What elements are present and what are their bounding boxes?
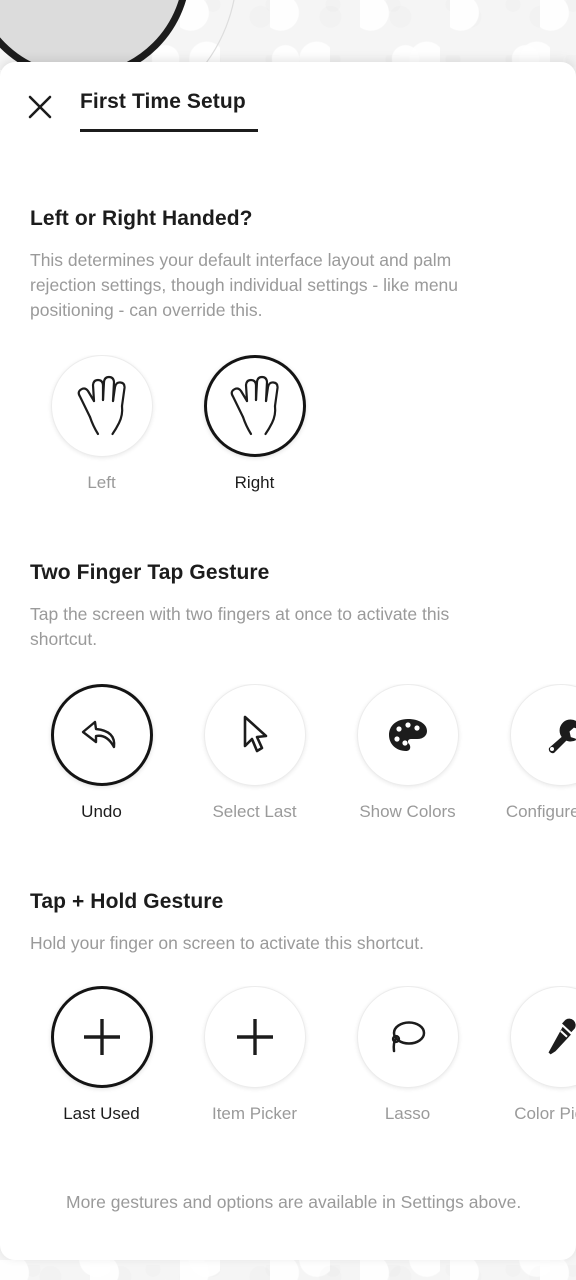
option-icon-circle <box>509 684 576 786</box>
footer-note: More gestures and options are available … <box>66 1192 522 1212</box>
option-label: Item Picker <box>211 1104 298 1123</box>
close-icon <box>28 95 52 119</box>
dialog-header: First Time Setup <box>0 62 576 152</box>
option-label: Last Used <box>63 1104 140 1123</box>
wrench-icon <box>548 719 576 754</box>
eyedropper-icon <box>548 1018 576 1055</box>
option-icon-circle <box>356 986 459 1088</box>
undo-arrow-icon <box>81 720 115 749</box>
section-heading: Left or Right Handed? <box>30 207 253 230</box>
page-title: First Time Setup <box>80 90 246 113</box>
tap-hold-options-row[interactable]: Last Used Item Picker Lasso Color Pi <box>0 986 576 1124</box>
option-icon-circle <box>203 684 306 786</box>
option-last-used[interactable]: Last Used <box>25 986 178 1124</box>
section-handedness: Left or Right Handed? This determines yo… <box>0 207 576 493</box>
option-icon-circle <box>203 355 306 457</box>
section-description: Tap the screen with two fingers at once … <box>30 604 450 649</box>
option-icon-circle <box>50 986 153 1088</box>
plus-icon <box>83 1019 120 1055</box>
section-heading: Two Finger Tap Gesture <box>30 561 270 584</box>
option-label: Left <box>87 473 116 492</box>
option-label: Configure Tool <box>505 802 576 821</box>
option-label: Undo <box>81 802 122 821</box>
option-undo[interactable]: Undo <box>25 684 178 822</box>
option-show-colors[interactable]: Show Colors <box>331 684 484 822</box>
lasso-icon <box>391 1021 425 1053</box>
section-tap-hold: Tap + Hold Gesture Hold your finger on s… <box>0 890 576 1124</box>
title-underline <box>80 129 258 132</box>
option-left-handed[interactable]: Left <box>25 355 178 493</box>
dialog-title-wrap: First Time Setup <box>80 90 258 132</box>
option-lasso[interactable]: Lasso <box>331 986 484 1124</box>
option-select-last[interactable]: Select Last <box>178 684 331 822</box>
section-description: Hold your finger on screen to activate t… <box>30 933 424 953</box>
cursor-icon <box>243 715 267 753</box>
option-label: Select Last <box>212 802 297 821</box>
close-button[interactable] <box>22 89 58 125</box>
option-label: Lasso <box>384 1104 431 1123</box>
option-icon-circle <box>509 986 576 1088</box>
palette-icon <box>388 719 427 751</box>
plus-icon <box>236 1019 273 1055</box>
handedness-options-row[interactable]: Left Right <box>0 355 576 493</box>
option-right-handed[interactable]: Right <box>178 355 331 493</box>
option-configure-tool[interactable]: Configure Tool <box>484 684 576 822</box>
two-finger-tap-options-row[interactable]: Undo Select Last Show Colors Configure <box>0 684 576 822</box>
option-icon-circle <box>50 355 153 457</box>
section-description: This determines your default interface l… <box>30 250 459 320</box>
section-heading: Tap + Hold Gesture <box>30 890 224 913</box>
option-icon-circle <box>50 684 153 786</box>
option-icon-circle <box>356 684 459 786</box>
first-time-setup-dialog: First Time Setup Left or Right Handed? T… <box>0 62 576 1260</box>
hand-left-icon <box>77 375 126 436</box>
option-icon-circle <box>203 986 306 1088</box>
option-label: Color Picker <box>514 1104 576 1123</box>
section-two-finger-tap: Two Finger Tap Gesture Tap the screen wi… <box>0 561 576 822</box>
option-color-picker[interactable]: Color Picker <box>484 986 576 1124</box>
option-label: Right <box>234 473 275 492</box>
option-label: Show Colors <box>359 802 456 821</box>
option-item-picker[interactable]: Item Picker <box>178 986 331 1124</box>
hand-right-icon <box>230 375 279 436</box>
